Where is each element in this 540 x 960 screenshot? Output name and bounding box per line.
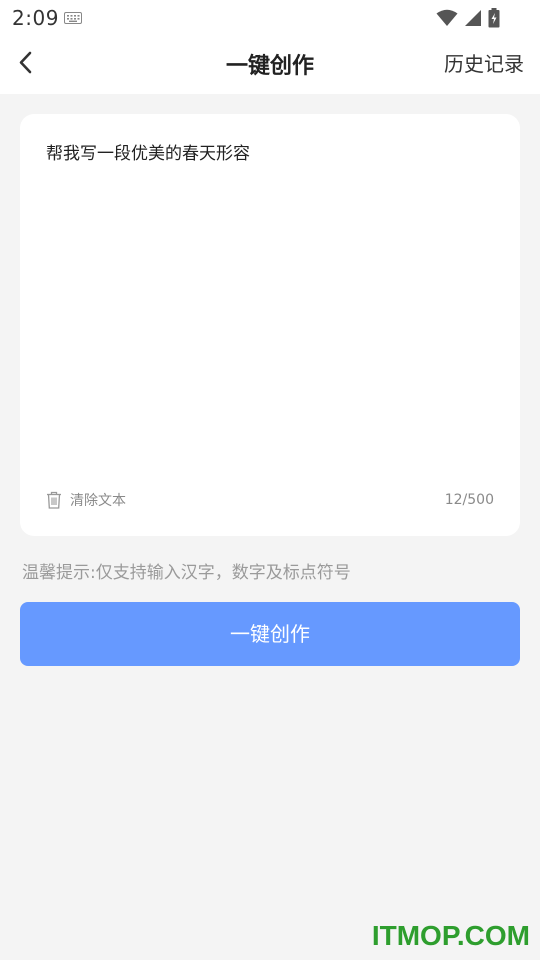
status-icons	[436, 8, 500, 28]
clear-text-label: 清除文本	[70, 493, 126, 509]
app-header: 一键创作 历史记录	[0, 36, 540, 94]
create-button[interactable]: 一键创作	[20, 602, 520, 666]
watermark-logo: ITMOP.COM	[371, 920, 530, 951]
status-bar: 2:09	[0, 0, 540, 36]
prompt-text-area[interactable]: 帮我写一段优美的春天形容	[46, 142, 496, 472]
history-link[interactable]: 历史记录	[444, 48, 524, 77]
status-time: 2:09	[12, 6, 59, 30]
tip-text: 温馨提示:仅支持输入汉字，数字及标点符号	[22, 563, 351, 583]
editor-card: 帮我写一段优美的春天形容 清除文本 12/500	[20, 114, 520, 536]
clear-text-button[interactable]: 清除文本	[46, 490, 126, 510]
signal-icon	[465, 10, 481, 26]
wifi-icon	[436, 9, 458, 26]
keyboard-icon	[64, 12, 82, 24]
trash-icon	[47, 491, 61, 509]
char-count: 12/500	[444, 492, 494, 508]
battery-charging-icon	[488, 8, 500, 28]
